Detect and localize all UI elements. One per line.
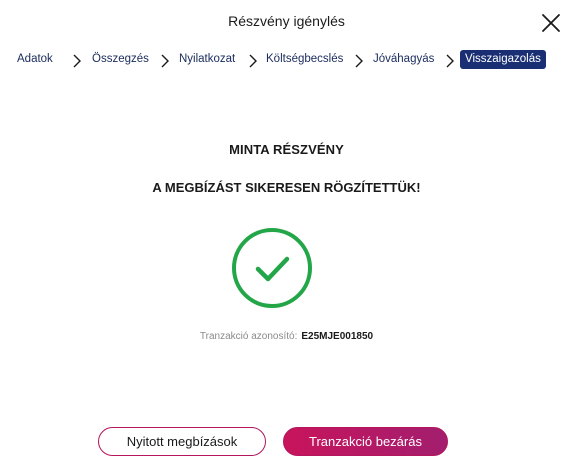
- success-message: A MEGBÍZÁST SIKERESEN RÖGZÍTETTÜK!: [152, 180, 421, 195]
- stepper: Adatok Összegzés Nyilatkozat Költségbecs…: [0, 50, 573, 72]
- step-jovahagyas[interactable]: Jóváhagyás: [373, 53, 434, 65]
- step-nyilatkozat[interactable]: Nyilatkozat: [179, 53, 235, 65]
- step-adatok[interactable]: Adatok: [17, 53, 53, 65]
- product-title: MINTA RÉSZVÉNY: [229, 142, 344, 157]
- step-osszegzes[interactable]: Összegzés: [92, 53, 149, 65]
- open-orders-button[interactable]: Nyitott megbízások: [98, 427, 266, 456]
- transaction-id: E25MJE001850: [301, 331, 374, 342]
- step-koltsegbecsles[interactable]: Költségbecslés: [266, 53, 343, 65]
- page-title: Részvény igénylés: [228, 13, 345, 29]
- chevron-right-icon: [446, 54, 454, 68]
- chevron-right-icon: [161, 54, 169, 68]
- step-visszaigazolas[interactable]: Visszaigazolás: [460, 50, 546, 69]
- transaction-label: Tranzakció azonosító:: [199, 331, 298, 342]
- transaction-info: Tranzakció azonosító: E25MJE001850: [0, 331, 573, 342]
- chevron-right-icon: [249, 54, 257, 68]
- chevron-right-icon: [73, 54, 81, 68]
- modal-header: Részvény igénylés: [0, 0, 573, 44]
- chevron-right-icon: [355, 54, 363, 68]
- close-transaction-button[interactable]: Tranzakció bezárás: [283, 427, 448, 456]
- close-icon[interactable]: [540, 12, 562, 34]
- check-circle-icon: [232, 228, 312, 308]
